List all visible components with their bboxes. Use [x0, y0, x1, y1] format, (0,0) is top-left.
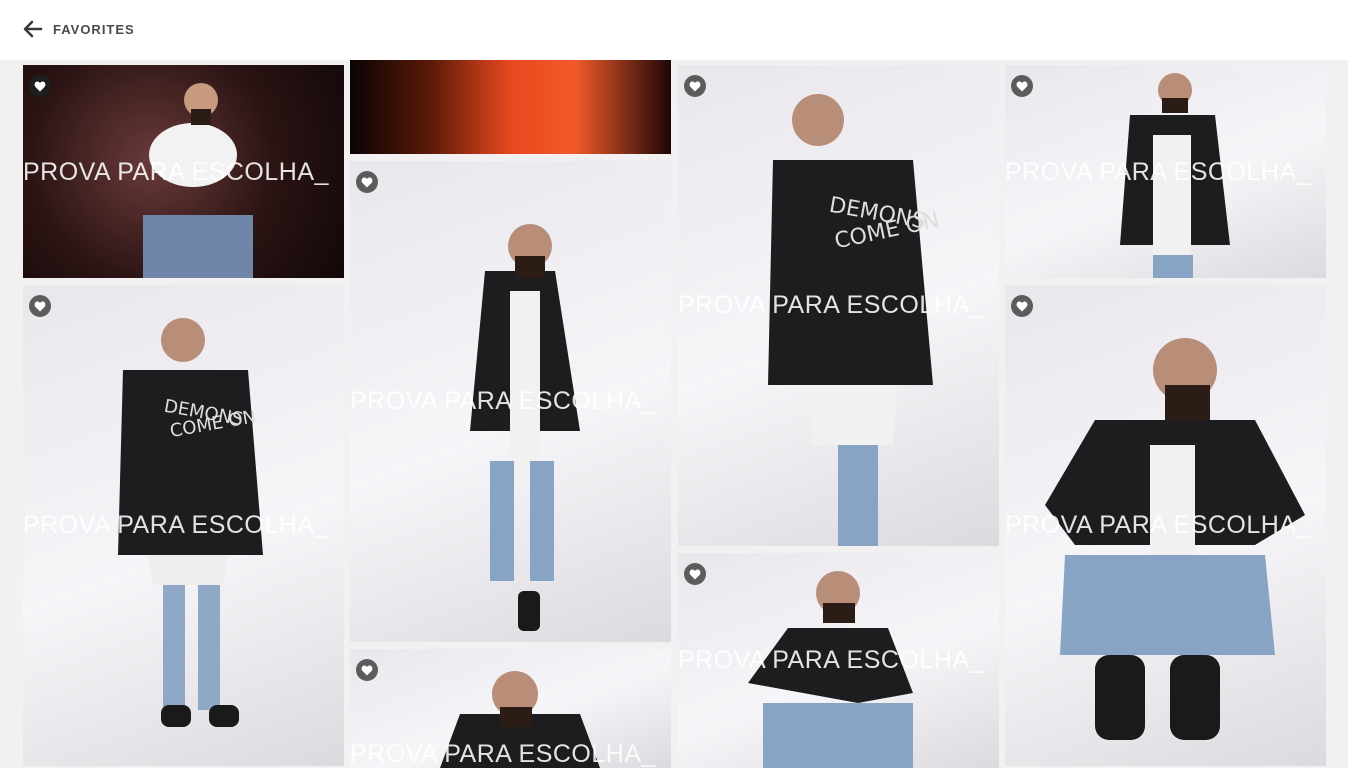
favorite-button[interactable]	[684, 75, 706, 97]
photo-grid: PROVA PARA ESCOLHA_ DEMONS COME ON PROVA…	[0, 0, 1348, 768]
favorite-button[interactable]	[1011, 295, 1033, 317]
watermark-text: PROVA PARA ESCOLHA_	[23, 158, 329, 186]
photo-tile[interactable]	[350, 60, 671, 154]
back-button[interactable]	[22, 18, 44, 40]
photo-tile[interactable]: DEMONS COME ON PROVA PARA ESCOLHA_	[23, 285, 344, 766]
favorite-button[interactable]	[29, 295, 51, 317]
watermark-text: PROVA PARA ESCOLHA_	[350, 387, 656, 415]
favorite-button[interactable]	[684, 563, 706, 585]
photo-tile[interactable]: PROVA PARA ESCOLHA_	[350, 649, 671, 768]
watermark-text: PROVA PARA ESCOLHA_	[350, 740, 656, 768]
favorite-button[interactable]	[1011, 75, 1033, 97]
page-title: FAVORITES	[53, 22, 135, 37]
watermark-text: PROVA PARA ESCOLHA_	[678, 291, 984, 319]
heart-icon	[689, 81, 701, 91]
favorite-button[interactable]	[356, 659, 378, 681]
heart-icon	[34, 301, 46, 311]
photo-tile[interactable]: PROVA PARA ESCOLHA_	[23, 65, 344, 278]
heart-icon	[361, 665, 373, 675]
watermark-text: PROVA PARA ESCOLHA_	[1005, 158, 1311, 186]
top-bar: FAVORITES	[0, 0, 1348, 60]
photo-tile[interactable]: PROVA PARA ESCOLHA_	[1005, 65, 1326, 278]
heart-icon	[1016, 301, 1028, 311]
watermark-text: PROVA PARA ESCOLHA_	[23, 511, 329, 539]
watermark-text: PROVA PARA ESCOLHA_	[678, 646, 984, 674]
favorite-button[interactable]	[356, 171, 378, 193]
watermark-text: PROVA PARA ESCOLHA_	[1005, 511, 1311, 539]
arrow-left-icon	[23, 20, 43, 38]
photo-tile[interactable]: DEMONS COME ON PROVA PARA ESCOLHA_	[678, 65, 999, 546]
heart-icon	[689, 569, 701, 579]
photo-tile[interactable]: PROVA PARA ESCOLHA_	[678, 553, 999, 768]
photo-tile[interactable]: PROVA PARA ESCOLHA_	[350, 161, 671, 642]
photo-tile[interactable]: PROVA PARA ESCOLHA_	[1005, 285, 1326, 766]
favorite-button[interactable]	[29, 75, 51, 97]
heart-icon	[34, 81, 46, 91]
heart-icon	[1016, 81, 1028, 91]
heart-icon	[361, 177, 373, 187]
